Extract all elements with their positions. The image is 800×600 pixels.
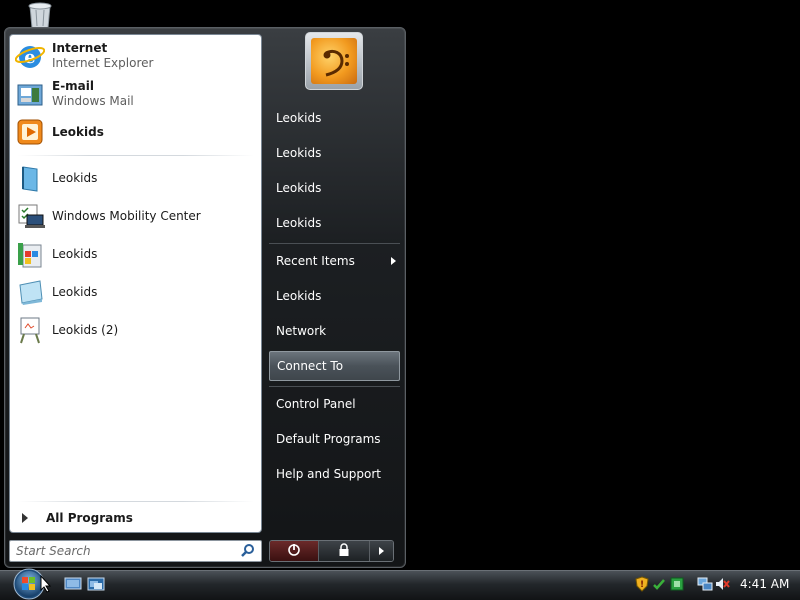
right-item-label: Leokids — [276, 181, 322, 195]
right-item-label: Control Panel — [276, 397, 356, 411]
start-menu: e Internet Internet Explorer E-mail Wind… — [4, 27, 406, 568]
shutdown-options-button[interactable] — [370, 541, 393, 561]
recent-item-label: Leokids — [52, 246, 98, 261]
all-programs-button[interactable]: All Programs — [14, 507, 259, 529]
notebook-icon — [14, 276, 46, 308]
clock[interactable]: 4:41 AM — [740, 577, 789, 591]
right-item-leokids[interactable]: Leokids — [269, 281, 400, 311]
recycle-bin-icon[interactable] — [22, 2, 58, 29]
submenu-arrow-icon — [391, 257, 396, 265]
pinned-item-leokids[interactable]: Leokids — [14, 114, 259, 150]
user-picture[interactable] — [305, 32, 363, 90]
recent-item[interactable]: Leokids — [14, 274, 259, 310]
pinned-item-email[interactable]: E-mail Windows Mail — [14, 76, 259, 112]
lock-button[interactable] — [319, 541, 371, 561]
pinned-item-title: Leokids — [52, 124, 104, 139]
right-item-leokids[interactable]: Leokids — [269, 103, 400, 133]
right-item-label: Network — [276, 324, 327, 338]
search-input[interactable] — [16, 544, 216, 558]
switch-windows-icon[interactable] — [87, 576, 105, 592]
pinned-item-subtitle: Internet Explorer — [52, 56, 154, 70]
security-shield-icon[interactable]: ! — [634, 576, 650, 592]
pinned-item-internet[interactable]: e Internet Internet Explorer — [14, 38, 259, 74]
show-desktop-icon[interactable] — [64, 576, 82, 592]
right-item-leokids[interactable]: Leokids — [269, 138, 400, 168]
divider — [269, 243, 400, 244]
start-search-box[interactable] — [9, 540, 262, 562]
internet-explorer-icon: e — [14, 40, 46, 72]
volume-muted-icon[interactable] — [714, 576, 730, 592]
easel-icon — [14, 314, 46, 346]
right-item-label: Leokids — [276, 111, 322, 125]
mobility-center-icon — [14, 200, 46, 232]
all-programs-label: All Programs — [46, 511, 133, 525]
recent-item[interactable]: Leokids — [14, 160, 259, 196]
right-item-help-and-support[interactable]: Help and Support — [269, 459, 400, 489]
pinned-item-subtitle: Windows Mail — [52, 94, 134, 108]
recent-item[interactable]: Leokids (2) — [14, 312, 259, 348]
mouse-cursor-icon — [40, 574, 52, 596]
power-icon — [287, 543, 301, 560]
right-item-label: Leokids — [276, 146, 322, 160]
search-icon[interactable] — [241, 543, 255, 560]
divider — [18, 155, 254, 156]
recent-item-label: Leokids (2) — [52, 322, 119, 337]
right-item-label: Leokids — [276, 216, 322, 230]
arrow-right-icon — [379, 547, 385, 555]
power-controls — [269, 540, 394, 562]
right-item-network[interactable]: Network — [269, 316, 400, 346]
recent-item[interactable]: Windows Mobility Center — [14, 198, 259, 234]
recent-item-label: Leokids — [52, 170, 98, 185]
svg-text:!: ! — [640, 580, 644, 590]
right-item-label: Help and Support — [276, 467, 381, 481]
lock-icon — [337, 542, 351, 560]
right-item-leokids[interactable]: Leokids — [269, 173, 400, 203]
book-icon — [14, 162, 46, 194]
bass-clef-icon — [311, 38, 357, 84]
right-item-label: Recent Items — [276, 254, 355, 268]
right-item-control-panel[interactable]: Control Panel — [269, 389, 400, 419]
right-item-connect-to[interactable]: Connect To — [269, 351, 400, 381]
recent-item-label: Windows Mobility Center — [52, 208, 201, 223]
pinned-item-title: E-mail — [52, 79, 95, 93]
media-player-icon — [14, 116, 46, 148]
network-icon[interactable] — [697, 576, 713, 592]
windows-mail-icon — [14, 78, 46, 110]
power-button[interactable] — [270, 541, 320, 561]
media-icon[interactable] — [669, 576, 685, 592]
programs-pane: e Internet Internet Explorer E-mail Wind… — [9, 34, 262, 533]
recent-item-label: Leokids — [52, 284, 98, 299]
divider — [18, 501, 254, 502]
paint-icon — [14, 238, 46, 270]
pinned-item-title: Internet — [52, 41, 108, 55]
divider — [269, 386, 400, 387]
network-sync-icon[interactable] — [652, 576, 668, 592]
right-item-leokids[interactable]: Leokids — [269, 208, 400, 238]
right-item-recent-items[interactable]: Recent Items — [269, 246, 400, 276]
arrow-right-icon — [22, 513, 28, 523]
right-item-label: Connect To — [277, 359, 344, 373]
right-item-label: Leokids — [276, 289, 322, 303]
recent-item[interactable]: Leokids — [14, 236, 259, 272]
right-item-default-programs[interactable]: Default Programs — [269, 424, 400, 454]
right-item-label: Default Programs — [276, 432, 381, 446]
